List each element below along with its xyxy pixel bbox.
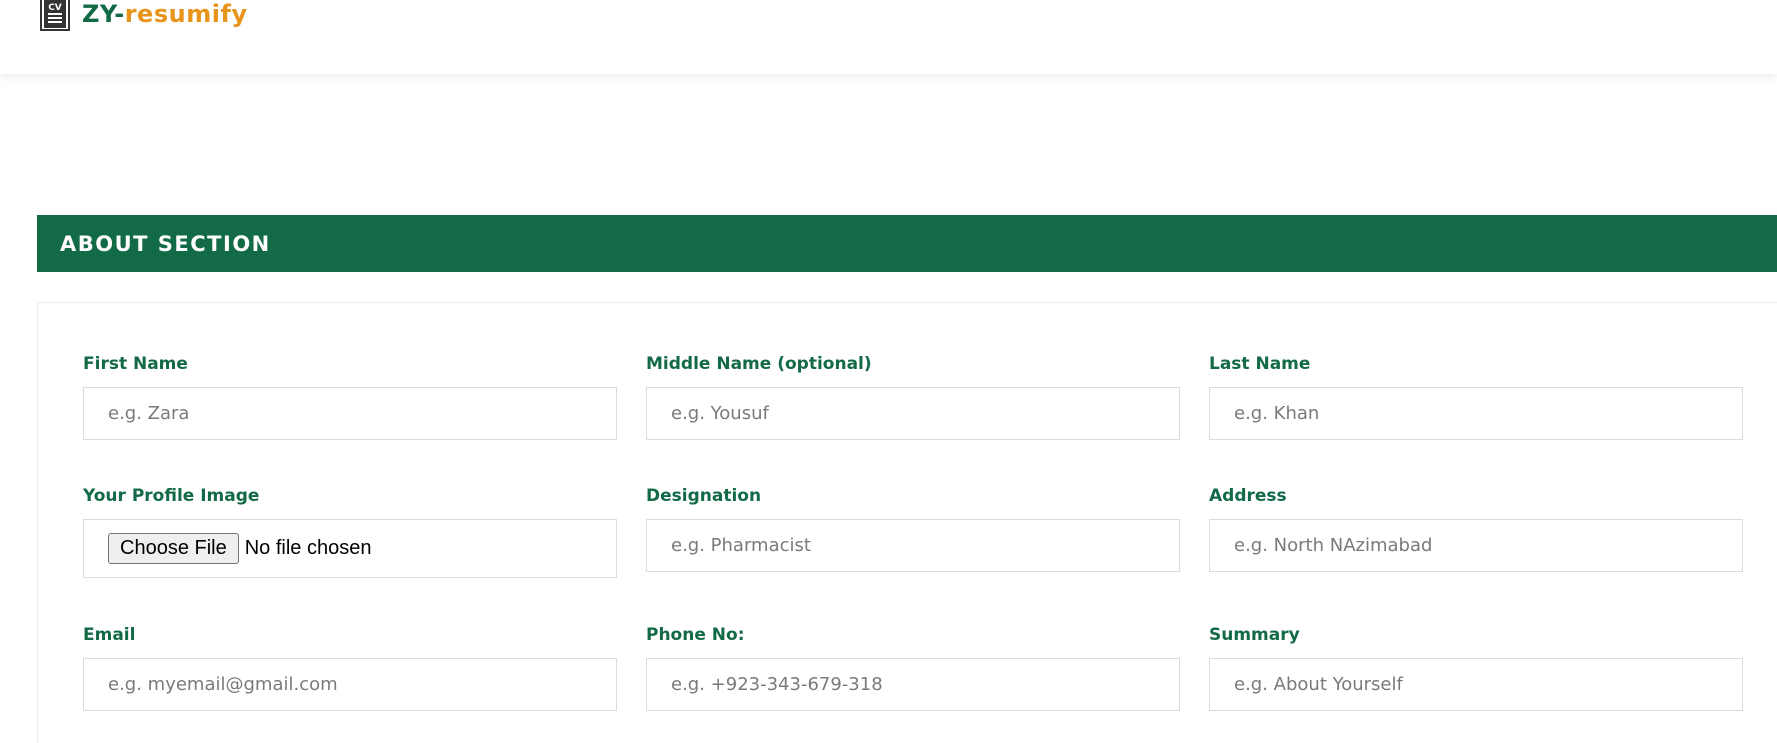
address-label: Address — [1209, 486, 1287, 506]
summary-input[interactable] — [1209, 658, 1743, 711]
middle-name-label: Middle Name (optional) — [646, 354, 872, 374]
last-name-input[interactable] — [1209, 387, 1743, 440]
profile-image-label: Your Profile Image — [83, 486, 260, 506]
first-name-label: First Name — [83, 354, 188, 374]
email-input[interactable] — [83, 658, 617, 711]
middle-name-input[interactable] — [646, 387, 1180, 440]
first-name-group: First Name — [83, 353, 617, 440]
email-group: Email — [83, 624, 617, 711]
middle-name-group: Middle Name (optional) — [646, 353, 1180, 440]
profile-image-group: Your Profile Image Choose File No file c… — [83, 485, 617, 578]
email-label: Email — [83, 625, 136, 645]
designation-label: Designation — [646, 486, 762, 506]
designation-group: Designation — [646, 485, 1180, 572]
about-section-header: ABOUT SECTION — [37, 215, 1777, 272]
cv-document-icon: CV — [40, 0, 70, 31]
svg-text:CV: CV — [48, 3, 62, 13]
choose-file-button[interactable]: Choose File — [108, 533, 239, 564]
last-name-group: Last Name — [1209, 353, 1743, 440]
address-input[interactable] — [1209, 519, 1743, 572]
brand-name-part1: ZY- — [82, 0, 125, 28]
brand-logo-link[interactable]: CV ZY-resumify — [38, 0, 248, 32]
last-name-label: Last Name — [1209, 354, 1311, 374]
first-name-input[interactable] — [83, 387, 617, 440]
designation-input[interactable] — [646, 519, 1180, 572]
file-status-text: No file chosen — [244, 537, 372, 559]
brand-name: ZY-resumify — [82, 0, 248, 28]
summary-label: Summary — [1209, 625, 1300, 645]
about-form-card: First Name Middle Name (optional) Last N… — [37, 302, 1777, 743]
brand-name-part2: resumify — [124, 0, 248, 28]
phone-group: Phone No: — [646, 624, 1180, 711]
phone-label: Phone No: — [646, 625, 745, 645]
summary-group: Summary — [1209, 624, 1743, 711]
phone-input[interactable] — [646, 658, 1180, 711]
address-group: Address — [1209, 485, 1743, 572]
navbar: CV ZY-resumify — [0, 0, 1777, 74]
profile-image-file-input[interactable]: Choose File No file chosen — [83, 519, 617, 578]
section-title: ABOUT SECTION — [60, 231, 271, 256]
